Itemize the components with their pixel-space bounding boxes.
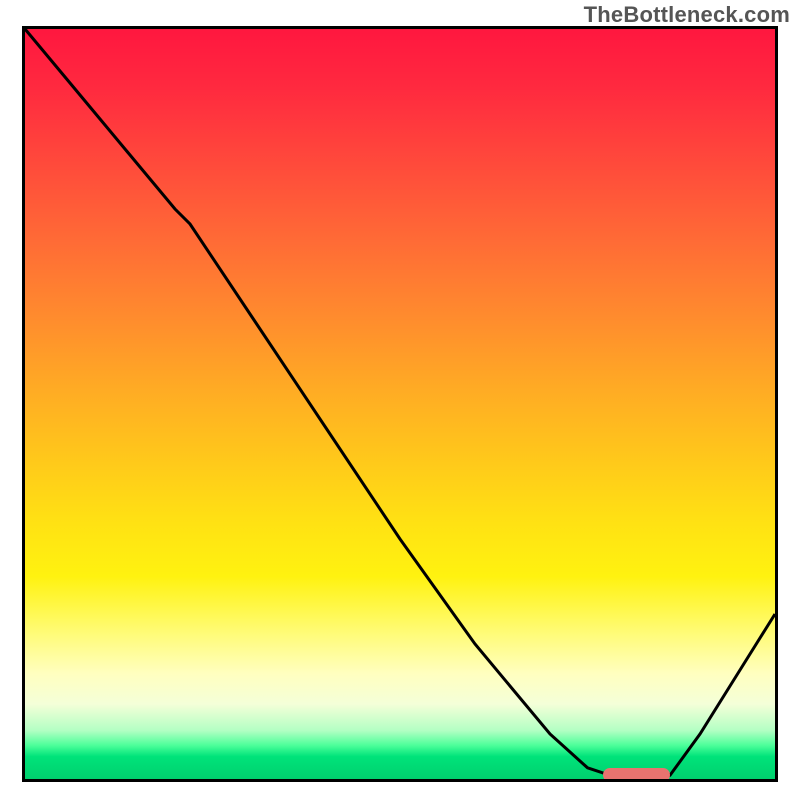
plot-frame [22,26,778,782]
bottleneck-curve [25,29,775,779]
optimal-range-marker [603,768,671,782]
watermark-text: TheBottleneck.com [584,2,790,28]
chart-stage: TheBottleneck.com [0,0,800,800]
curve-path [25,29,775,775]
